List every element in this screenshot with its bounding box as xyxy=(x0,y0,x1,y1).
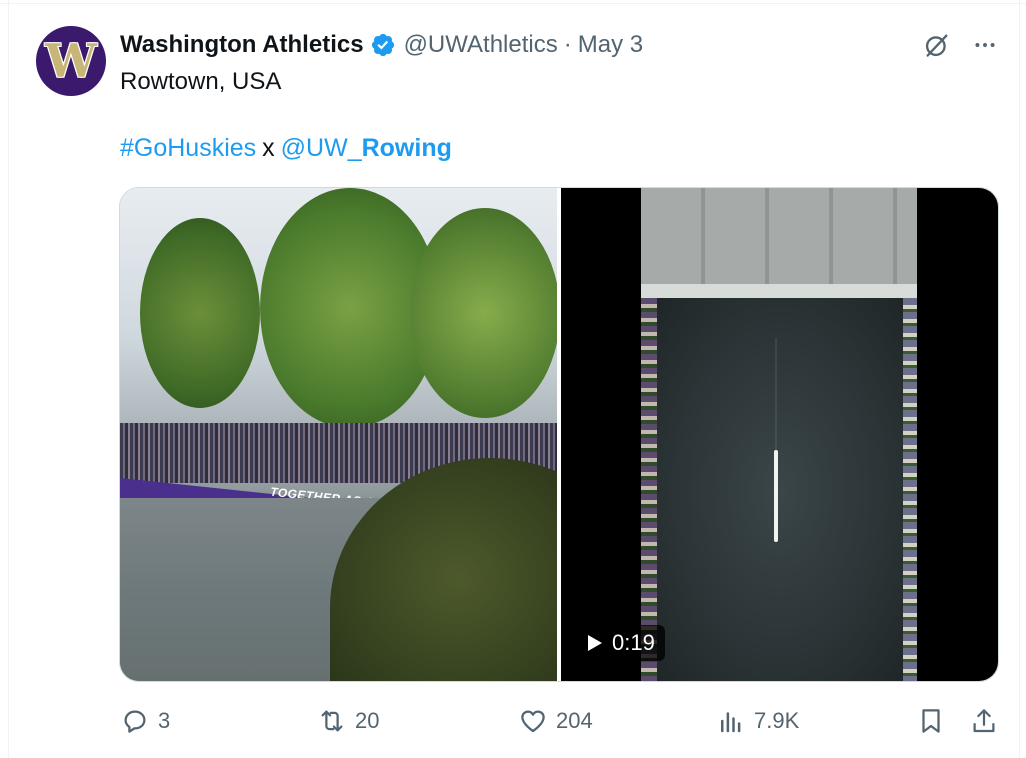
aerial-video-frame xyxy=(641,188,917,681)
play-icon xyxy=(588,635,602,651)
repost-count: 20 xyxy=(355,708,380,733)
account-location: Rowtown, USA xyxy=(120,68,282,95)
feed-left-border xyxy=(8,0,9,758)
reply-icon xyxy=(120,706,150,736)
repost-icon xyxy=(317,706,347,736)
tweet-text: #GoHuskies x @UW_Rowing xyxy=(120,134,452,163)
left-bank xyxy=(641,298,657,681)
regatta-photo[interactable]: TOGETHER AS ONE xyxy=(120,188,557,681)
rowing-shell xyxy=(774,450,778,542)
repost-button[interactable]: 20 xyxy=(317,704,379,738)
right-bank xyxy=(903,298,917,681)
views-button[interactable]: 7.9K xyxy=(716,704,799,738)
media-grid: TOGETHER AS ONE 0:19 xyxy=(119,187,999,682)
share-button[interactable] xyxy=(969,704,999,738)
feed-right-border xyxy=(1019,0,1020,758)
foreground-foliage xyxy=(330,458,557,681)
video-timestamp[interactable]: 0:19 xyxy=(578,625,665,661)
feed-top-border xyxy=(0,0,1026,4)
verified-badge-icon[interactable] xyxy=(370,32,396,58)
account-handle[interactable]: @UWAthletics xyxy=(404,31,558,59)
tweet-header: Washington Athletics @UWAthletics · May … xyxy=(120,30,643,60)
grok-icon[interactable] xyxy=(922,30,952,60)
views-icon xyxy=(716,706,746,736)
tweet-date[interactable]: May 3 xyxy=(578,31,643,59)
heart-icon xyxy=(518,706,548,736)
video-duration: 0:19 xyxy=(612,630,655,655)
avatar-logo: W xyxy=(45,34,97,88)
boat-wake xyxy=(775,338,777,450)
bookmark-button[interactable] xyxy=(916,704,946,738)
mention-link[interactable]: @UW_Rowing xyxy=(281,134,452,162)
bridge-rail xyxy=(641,284,917,298)
separator-dot: · xyxy=(563,31,572,58)
reply-count: 3 xyxy=(158,708,171,733)
action-bar: 3 20 204 7.9K xyxy=(120,704,1000,738)
tree-canopy xyxy=(410,208,557,418)
bridge xyxy=(641,188,917,296)
tree-canopy xyxy=(140,218,260,408)
like-count: 204 xyxy=(556,708,593,733)
river xyxy=(657,298,903,681)
mention-bold-part: Rowing xyxy=(361,134,452,162)
views-count: 7.9K xyxy=(754,708,800,733)
video-player[interactable]: 0:19 xyxy=(561,188,998,681)
reply-button[interactable]: 3 xyxy=(120,704,170,738)
mention-prefix: @UW_ xyxy=(280,134,362,162)
share-icon xyxy=(969,706,999,736)
like-button[interactable]: 204 xyxy=(518,704,593,738)
avatar[interactable]: W xyxy=(36,26,106,96)
hashtag-link[interactable]: #GoHuskies xyxy=(120,134,256,162)
more-icon[interactable] xyxy=(970,30,1000,60)
display-name[interactable]: Washington Athletics xyxy=(120,31,364,59)
tweet-connector: x xyxy=(262,134,275,162)
bookmark-icon xyxy=(916,706,946,736)
top-actions xyxy=(922,30,1000,60)
